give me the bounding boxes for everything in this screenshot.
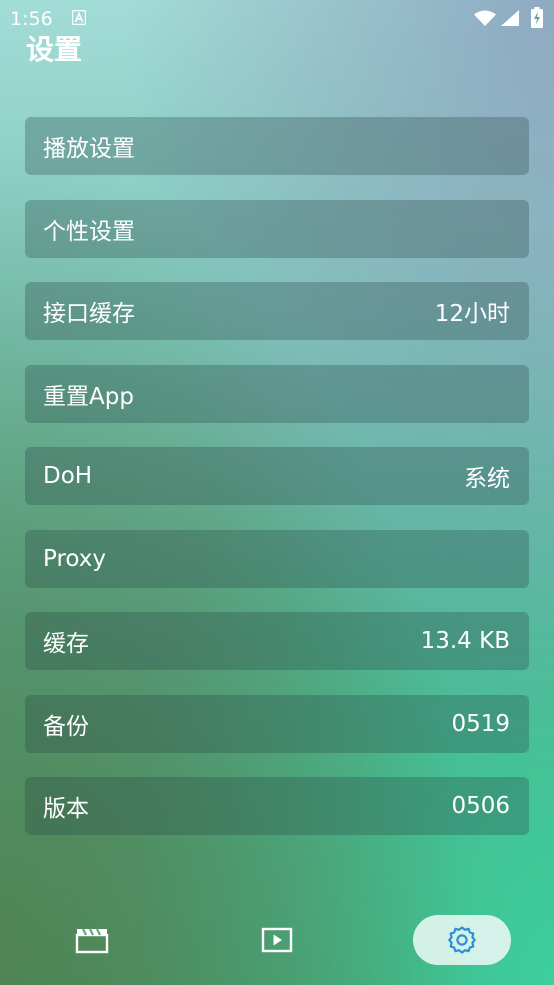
setting-row-reset-app[interactable]: 重置App — [25, 364, 529, 423]
battery-charging-icon — [531, 7, 543, 28]
setting-value: 13.4 KB — [420, 628, 510, 654]
setting-label: 缓存 — [43, 631, 89, 657]
setting-label: 播放设置 — [43, 136, 135, 162]
setting-label: 版本 — [43, 796, 89, 822]
setting-label: Proxy — [43, 545, 107, 572]
wifi-icon — [474, 10, 496, 26]
setting-row-version[interactable]: 版本 0506 — [25, 777, 529, 835]
setting-row-personalization[interactable]: 个性设置 — [25, 199, 529, 258]
setting-value: 12小时 — [434, 301, 510, 327]
setting-row-backup[interactable]: 备份 0519 — [25, 694, 529, 753]
setting-row-cache[interactable]: 缓存 13.4 KB — [25, 612, 529, 670]
setting-label: DoH — [43, 463, 93, 489]
play-screen-icon — [261, 927, 293, 953]
bottom-nav — [0, 915, 554, 970]
setting-label: 重置App — [43, 383, 134, 410]
signal-icon — [501, 10, 519, 26]
setting-row-proxy[interactable]: Proxy — [25, 529, 529, 588]
gear-icon — [448, 926, 476, 954]
setting-row-playback[interactable]: 播放设置 — [25, 117, 529, 175]
nav-item-movies[interactable] — [43, 915, 141, 965]
status-time: 1:56 — [10, 8, 53, 30]
setting-value: 系统 — [464, 466, 510, 492]
page-title: 设置 — [26, 33, 83, 66]
setting-label: 个性设置 — [43, 218, 135, 245]
setting-row-api-cache[interactable]: 接口缓存 12小时 — [25, 282, 529, 340]
settings-list: 播放设置 个性设置 接口缓存 12小时 重置App DoH 系统 Proxy 缓… — [25, 117, 529, 860]
nav-item-player[interactable] — [228, 915, 326, 965]
movie-clapper-icon — [75, 928, 109, 954]
setting-label: 接口缓存 — [43, 301, 135, 327]
setting-value: 0519 — [451, 710, 510, 737]
setting-row-doh[interactable]: DoH 系统 — [25, 447, 529, 505]
notification-a-icon — [72, 10, 86, 25]
status-bar: 1:56 — [0, 0, 554, 36]
setting-value: 0506 — [451, 793, 510, 819]
setting-label: 备份 — [43, 713, 89, 740]
nav-item-settings[interactable] — [413, 915, 511, 965]
